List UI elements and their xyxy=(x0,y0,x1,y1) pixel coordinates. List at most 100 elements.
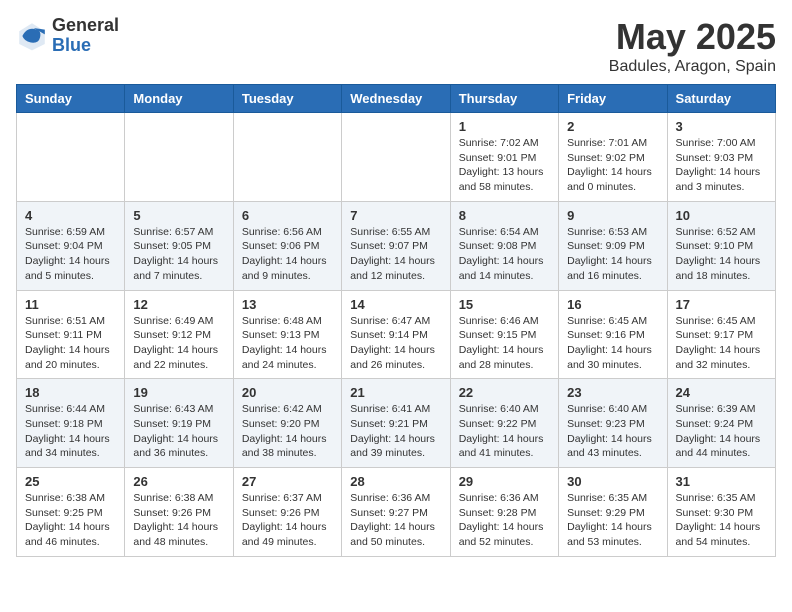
day-info: Sunrise: 6:41 AMSunset: 9:21 PMDaylight:… xyxy=(350,402,441,461)
calendar-cell: 18Sunrise: 6:44 AMSunset: 9:18 PMDayligh… xyxy=(17,379,125,468)
day-info: Sunrise: 6:51 AMSunset: 9:11 PMDaylight:… xyxy=(25,314,116,373)
day-number: 12 xyxy=(133,297,224,312)
calendar-cell: 16 Sunrise: 6:45 AMSunset: 9:16 PMDayligh… xyxy=(559,290,667,379)
day-info: Sunrise: 7:02 AMSunset: 9:01 PMDaylight:… xyxy=(459,136,550,195)
day-info: Sunrise: 6:44 AMSunset: 9:18 PMDaylight:… xyxy=(25,402,116,461)
calendar-cell: 11 Sunrise: 6:51 AMSunset: 9:11 PMDayligh… xyxy=(17,290,125,379)
calendar-cell: 10 Sunrise: 6:52 AMSunset: 9:10 PMDayligh… xyxy=(667,201,775,290)
day-number: 17 xyxy=(676,297,767,312)
day-number: 14 xyxy=(350,297,441,312)
logo-blue: Blue xyxy=(52,36,119,56)
day-info: Sunrise: 6:47 AMSunset: 9:14 PMDaylight:… xyxy=(350,314,441,373)
day-number: 24 xyxy=(676,385,767,400)
day-info: Sunrise: 6:59 AMSunset: 9:04 PMDaylight:… xyxy=(25,225,116,284)
calendar-week-row: 11 Sunrise: 6:51 AMSunset: 9:11 PMDayligh… xyxy=(17,290,776,379)
day-info: Sunrise: 6:45 AMSunset: 9:17 PMDaylight:… xyxy=(676,314,767,373)
day-info: Sunrise: 6:55 AMSunset: 9:07 PMDaylight:… xyxy=(350,225,441,284)
day-info: Sunrise: 6:45 AMSunset: 9:16 PMDaylight:… xyxy=(567,314,658,373)
day-info: Sunrise: 6:52 AMSunset: 9:10 PMDaylight:… xyxy=(676,225,767,284)
day-number: 20 xyxy=(242,385,333,400)
calendar-cell: 13Sunrise: 6:48 AMSunset: 9:13 PMDayligh… xyxy=(233,290,341,379)
day-number: 21 xyxy=(350,385,441,400)
weekday-header: Wednesday xyxy=(342,85,450,113)
calendar-cell: 6Sunrise: 6:56 AMSunset: 9:06 PMDaylight… xyxy=(233,201,341,290)
day-number: 10 xyxy=(676,208,767,223)
day-number: 26 xyxy=(133,474,224,489)
calendar-cell: 14 Sunrise: 6:47 AMSunset: 9:14 PMDayligh… xyxy=(342,290,450,379)
calendar-cell: 5Sunrise: 6:57 AMSunset: 9:05 PMDaylight… xyxy=(125,201,233,290)
calendar-cell xyxy=(342,113,450,202)
day-info: Sunrise: 6:38 AMSunset: 9:25 PMDaylight:… xyxy=(25,491,116,550)
calendar-week-row: 4 Sunrise: 6:59 AMSunset: 9:04 PMDaylight… xyxy=(17,201,776,290)
day-number: 15 xyxy=(459,297,550,312)
calendar-cell: 15 Sunrise: 6:46 AMSunset: 9:15 PMDayligh… xyxy=(450,290,558,379)
day-number: 9 xyxy=(567,208,658,223)
day-info: Sunrise: 6:36 AMSunset: 9:28 PMDaylight:… xyxy=(459,491,550,550)
day-info: Sunrise: 6:57 AMSunset: 9:05 PMDaylight:… xyxy=(133,225,224,284)
day-number: 28 xyxy=(350,474,441,489)
calendar-cell: 31 Sunrise: 6:35 AMSunset: 9:30 PMDayligh… xyxy=(667,468,775,557)
calendar-cell: 12 Sunrise: 6:49 AMSunset: 9:12 PMDayligh… xyxy=(125,290,233,379)
calendar: SundayMondayTuesdayWednesdayThursdayFrid… xyxy=(16,84,776,557)
calendar-cell: 21 Sunrise: 6:41 AMSunset: 9:21 PMDayligh… xyxy=(342,379,450,468)
day-number: 16 xyxy=(567,297,658,312)
day-number: 31 xyxy=(676,474,767,489)
calendar-cell: 8 Sunrise: 6:54 AMSunset: 9:08 PMDaylight… xyxy=(450,201,558,290)
weekday-row: SundayMondayTuesdayWednesdayThursdayFrid… xyxy=(17,85,776,113)
day-info: Sunrise: 6:35 AMSunset: 9:30 PMDaylight:… xyxy=(676,491,767,550)
weekday-header: Thursday xyxy=(450,85,558,113)
day-info: Sunrise: 6:40 AMSunset: 9:23 PMDaylight:… xyxy=(567,402,658,461)
calendar-cell: 3 Sunrise: 7:00 AMSunset: 9:03 PMDaylight… xyxy=(667,113,775,202)
calendar-cell: 19Sunrise: 6:43 AMSunset: 9:19 PMDayligh… xyxy=(125,379,233,468)
calendar-cell: 28 Sunrise: 6:36 AMSunset: 9:27 PMDayligh… xyxy=(342,468,450,557)
day-info: Sunrise: 6:42 AMSunset: 9:20 PMDaylight:… xyxy=(242,402,333,461)
weekday-header: Sunday xyxy=(17,85,125,113)
calendar-cell xyxy=(125,113,233,202)
day-info: Sunrise: 6:54 AMSunset: 9:08 PMDaylight:… xyxy=(459,225,550,284)
day-number: 8 xyxy=(459,208,550,223)
day-info: Sunrise: 7:01 AMSunset: 9:02 PMDaylight:… xyxy=(567,136,658,195)
day-info: Sunrise: 6:35 AMSunset: 9:29 PMDaylight:… xyxy=(567,491,658,550)
calendar-cell xyxy=(233,113,341,202)
day-info: Sunrise: 6:46 AMSunset: 9:15 PMDaylight:… xyxy=(459,314,550,373)
day-number: 6 xyxy=(242,208,333,223)
day-info: Sunrise: 6:49 AMSunset: 9:12 PMDaylight:… xyxy=(133,314,224,373)
calendar-cell: 25 Sunrise: 6:38 AMSunset: 9:25 PMDayligh… xyxy=(17,468,125,557)
calendar-cell: 2 Sunrise: 7:01 AMSunset: 9:02 PMDaylight… xyxy=(559,113,667,202)
calendar-cell: 22Sunrise: 6:40 AMSunset: 9:22 PMDayligh… xyxy=(450,379,558,468)
title-area: May 2025 Badules, Aragon, Spain xyxy=(609,16,776,76)
day-info: Sunrise: 7:00 AMSunset: 9:03 PMDaylight:… xyxy=(676,136,767,195)
day-number: 11 xyxy=(25,297,116,312)
calendar-cell: 23 Sunrise: 6:40 AMSunset: 9:23 PMDayligh… xyxy=(559,379,667,468)
day-number: 25 xyxy=(25,474,116,489)
day-number: 29 xyxy=(459,474,550,489)
calendar-week-row: 25 Sunrise: 6:38 AMSunset: 9:25 PMDayligh… xyxy=(17,468,776,557)
day-number: 19 xyxy=(133,385,224,400)
weekday-header: Monday xyxy=(125,85,233,113)
day-info: Sunrise: 6:40 AMSunset: 9:22 PMDaylight:… xyxy=(459,402,550,461)
calendar-cell: 20 Sunrise: 6:42 AMSunset: 9:20 PMDayligh… xyxy=(233,379,341,468)
month-title: May 2025 xyxy=(609,16,776,58)
weekday-header: Saturday xyxy=(667,85,775,113)
day-number: 13 xyxy=(242,297,333,312)
day-number: 1 xyxy=(459,119,550,134)
day-number: 27 xyxy=(242,474,333,489)
day-number: 4 xyxy=(25,208,116,223)
day-number: 2 xyxy=(567,119,658,134)
location: Badules, Aragon, Spain xyxy=(609,58,776,76)
calendar-week-row: 18Sunrise: 6:44 AMSunset: 9:18 PMDayligh… xyxy=(17,379,776,468)
weekday-header: Tuesday xyxy=(233,85,341,113)
logo: General Blue xyxy=(16,16,119,56)
day-number: 3 xyxy=(676,119,767,134)
day-number: 30 xyxy=(567,474,658,489)
calendar-cell: 27Sunrise: 6:37 AMSunset: 9:26 PMDayligh… xyxy=(233,468,341,557)
calendar-cell xyxy=(17,113,125,202)
calendar-cell: 26Sunrise: 6:38 AMSunset: 9:26 PMDayligh… xyxy=(125,468,233,557)
logo-text: General Blue xyxy=(52,16,119,56)
calendar-cell: 1 Sunrise: 7:02 AMSunset: 9:01 PMDaylight… xyxy=(450,113,558,202)
day-info: Sunrise: 6:53 AMSunset: 9:09 PMDaylight:… xyxy=(567,225,658,284)
day-info: Sunrise: 6:36 AMSunset: 9:27 PMDaylight:… xyxy=(350,491,441,550)
calendar-cell: 24Sunrise: 6:39 AMSunset: 9:24 PMDayligh… xyxy=(667,379,775,468)
day-number: 23 xyxy=(567,385,658,400)
calendar-cell: 4 Sunrise: 6:59 AMSunset: 9:04 PMDaylight… xyxy=(17,201,125,290)
